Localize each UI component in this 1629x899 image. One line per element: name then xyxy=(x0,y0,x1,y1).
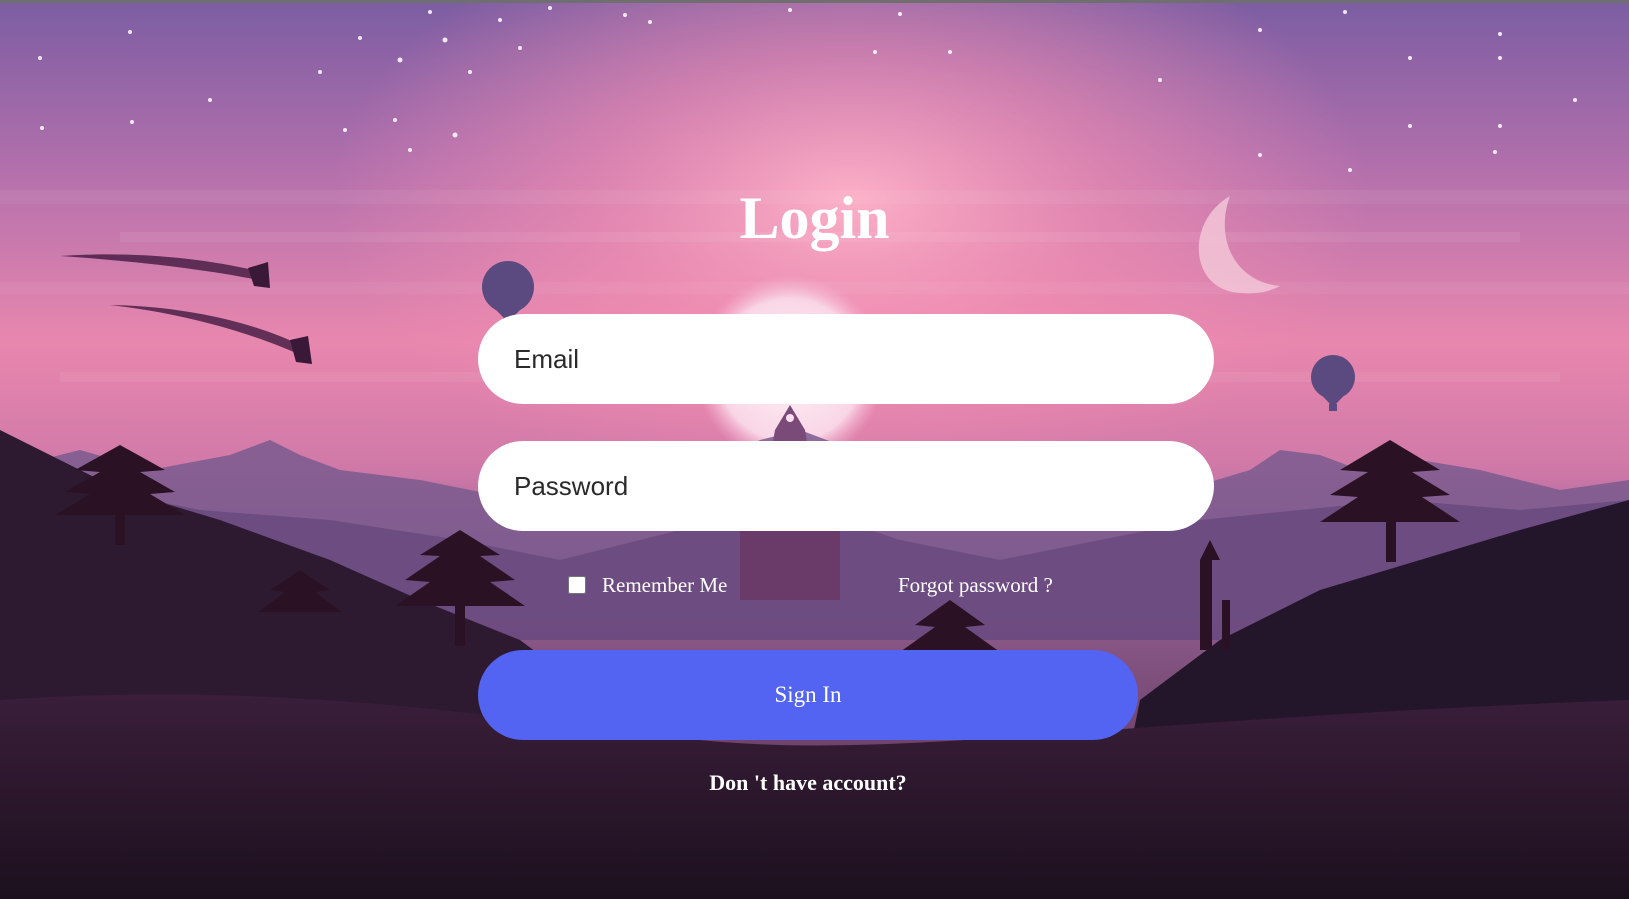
remember-me-checkbox[interactable] xyxy=(568,576,586,594)
login-page: Login Remember Me Forgot password ? Sign… xyxy=(0,0,1629,899)
password-field[interactable] xyxy=(478,441,1214,531)
remember-me-label: Remember Me xyxy=(602,572,728,597)
remember-me[interactable]: Remember Me xyxy=(568,570,727,600)
sign-in-button[interactable]: Sign In xyxy=(478,650,1138,740)
login-form: Login Remember Me Forgot password ? Sign… xyxy=(0,0,1629,899)
forgot-password-link[interactable]: Forgot password ? xyxy=(898,570,1053,600)
signup-prompt-link[interactable]: Don 't have account? xyxy=(0,770,1616,796)
page-title: Login xyxy=(739,185,890,251)
email-field[interactable] xyxy=(478,314,1214,404)
